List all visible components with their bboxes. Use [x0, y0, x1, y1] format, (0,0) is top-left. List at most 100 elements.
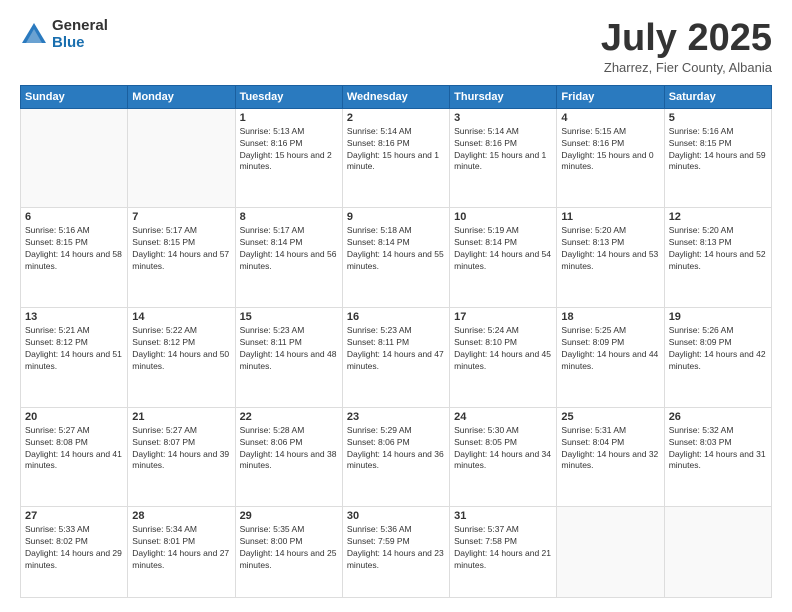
day-info: Sunrise: 5:26 AM Sunset: 8:09 PM Dayligh… — [669, 325, 767, 373]
day-info: Sunrise: 5:37 AM Sunset: 7:58 PM Dayligh… — [454, 524, 552, 572]
day-info: Sunrise: 5:32 AM Sunset: 8:03 PM Dayligh… — [669, 425, 767, 473]
day-info: Sunrise: 5:34 AM Sunset: 8:01 PM Dayligh… — [132, 524, 230, 572]
day-cell: 8Sunrise: 5:17 AM Sunset: 8:14 PM Daylig… — [235, 208, 342, 308]
calendar-table: SundayMondayTuesdayWednesdayThursdayFrid… — [20, 85, 772, 598]
day-info: Sunrise: 5:19 AM Sunset: 8:14 PM Dayligh… — [454, 225, 552, 273]
day-header-friday: Friday — [557, 85, 664, 108]
day-info: Sunrise: 5:18 AM Sunset: 8:14 PM Dayligh… — [347, 225, 445, 273]
day-cell — [21, 108, 128, 208]
day-info: Sunrise: 5:20 AM Sunset: 8:13 PM Dayligh… — [561, 225, 659, 273]
day-cell: 6 Sunrise: 5:16 AM Sunset: 8:15 PM Daylig… — [21, 208, 128, 308]
day-info: Sunrise: 5:28 AM Sunset: 8:06 PM Dayligh… — [240, 425, 338, 473]
day-cell: 25Sunrise: 5:31 AM Sunset: 8:04 PM Dayli… — [557, 407, 664, 507]
day-number: 12 — [669, 211, 767, 223]
day-info: Sunrise: 5:15 AM Sunset: 8:16 PM Dayligh… — [561, 126, 659, 174]
week-row-4: 27 Sunrise: 5:33 AM Sunset: 8:02 PM Dayli… — [21, 507, 772, 598]
day-info: Sunrise: 5:16 AM Sunset: 8:15 PM Dayligh… — [669, 126, 767, 174]
day-info: Sunrise: 5:17 AM Sunset: 8:15 PM Dayligh… — [132, 225, 230, 273]
day-info: Sunrise: 5:36 AM Sunset: 7:59 PM Dayligh… — [347, 524, 445, 572]
day-header-monday: Monday — [128, 85, 235, 108]
day-number: 26 — [669, 411, 767, 423]
day-number: 17 — [454, 311, 552, 323]
day-number: 11 — [561, 211, 659, 223]
day-cell: 4 Sunrise: 5:15 AM Sunset: 8:16 PM Daylig… — [557, 108, 664, 208]
day-cell: 30Sunrise: 5:36 AM Sunset: 7:59 PM Dayli… — [342, 507, 449, 598]
day-number: 24 — [454, 411, 552, 423]
day-number: 1 — [240, 112, 338, 124]
day-cell: 31 Sunrise: 5:37 AM Sunset: 7:58 PM Dayli… — [450, 507, 557, 598]
logo-blue: Blue — [52, 35, 108, 52]
day-info: Sunrise: 5:13 AM Sunset: 8:16 PM Dayligh… — [240, 126, 338, 174]
title-block: July 2025 Zharrez, Fier County, Albania — [601, 18, 772, 75]
day-info: Sunrise: 5:23 AM Sunset: 8:11 PM Dayligh… — [347, 325, 445, 373]
day-cell: 10 Sunrise: 5:19 AM Sunset: 8:14 PM Dayli… — [450, 208, 557, 308]
day-cell: 19 Sunrise: 5:26 AM Sunset: 8:09 PM Dayli… — [664, 308, 771, 408]
day-number: 9 — [347, 211, 445, 223]
day-number: 31 — [454, 510, 552, 522]
day-cell: 29 Sunrise: 5:35 AM Sunset: 8:00 PM Dayli… — [235, 507, 342, 598]
day-info: Sunrise: 5:24 AM Sunset: 8:10 PM Dayligh… — [454, 325, 552, 373]
day-number: 19 — [669, 311, 767, 323]
day-number: 22 — [240, 411, 338, 423]
day-number: 8 — [240, 211, 338, 223]
day-number: 29 — [240, 510, 338, 522]
day-info: Sunrise: 5:14 AM Sunset: 8:16 PM Dayligh… — [347, 126, 445, 174]
week-row-3: 20 Sunrise: 5:27 AM Sunset: 8:08 PM Dayli… — [21, 407, 772, 507]
day-info: Sunrise: 5:35 AM Sunset: 8:00 PM Dayligh… — [240, 524, 338, 572]
day-info: Sunrise: 5:16 AM Sunset: 8:15 PM Dayligh… — [25, 225, 123, 273]
subtitle: Zharrez, Fier County, Albania — [601, 60, 772, 75]
day-cell: 17 Sunrise: 5:24 AM Sunset: 8:10 PM Dayli… — [450, 308, 557, 408]
day-cell: 27 Sunrise: 5:33 AM Sunset: 8:02 PM Dayli… — [21, 507, 128, 598]
day-cell: 2 Sunrise: 5:14 AM Sunset: 8:16 PM Daylig… — [342, 108, 449, 208]
day-info: Sunrise: 5:27 AM Sunset: 8:07 PM Dayligh… — [132, 425, 230, 473]
day-info: Sunrise: 5:14 AM Sunset: 8:16 PM Dayligh… — [454, 126, 552, 174]
logo: General Blue — [20, 18, 108, 51]
day-number: 3 — [454, 112, 552, 124]
day-number: 27 — [25, 510, 123, 522]
day-number: 20 — [25, 411, 123, 423]
day-info: Sunrise: 5:33 AM Sunset: 8:02 PM Dayligh… — [25, 524, 123, 572]
day-number: 4 — [561, 112, 659, 124]
day-cell — [664, 507, 771, 598]
day-cell: 12 Sunrise: 5:20 AM Sunset: 8:13 PM Dayli… — [664, 208, 771, 308]
day-info: Sunrise: 5:21 AM Sunset: 8:12 PM Dayligh… — [25, 325, 123, 373]
day-cell: 5 Sunrise: 5:16 AM Sunset: 8:15 PM Daylig… — [664, 108, 771, 208]
day-cell: 28 Sunrise: 5:34 AM Sunset: 8:01 PM Dayli… — [128, 507, 235, 598]
day-number: 5 — [669, 112, 767, 124]
day-header-sunday: Sunday — [21, 85, 128, 108]
day-number: 10 — [454, 211, 552, 223]
day-number: 7 — [132, 211, 230, 223]
day-cell: 11 Sunrise: 5:20 AM Sunset: 8:13 PM Dayli… — [557, 208, 664, 308]
day-info: Sunrise: 5:31 AM Sunset: 8:04 PM Dayligh… — [561, 425, 659, 473]
day-cell: 18 Sunrise: 5:25 AM Sunset: 8:09 PM Dayli… — [557, 308, 664, 408]
week-row-2: 13 Sunrise: 5:21 AM Sunset: 8:12 PM Dayli… — [21, 308, 772, 408]
day-header-saturday: Saturday — [664, 85, 771, 108]
day-number: 14 — [132, 311, 230, 323]
day-cell: 23 Sunrise: 5:29 AM Sunset: 8:06 PM Dayli… — [342, 407, 449, 507]
header: General Blue July 2025 Zharrez, Fier Cou… — [20, 18, 772, 75]
day-cell: 22 Sunrise: 5:28 AM Sunset: 8:06 PM Dayli… — [235, 407, 342, 507]
day-cell: 15 Sunrise: 5:23 AM Sunset: 8:11 PM Dayli… — [235, 308, 342, 408]
day-info: Sunrise: 5:20 AM Sunset: 8:13 PM Dayligh… — [669, 225, 767, 273]
day-number: 21 — [132, 411, 230, 423]
day-number: 2 — [347, 112, 445, 124]
day-number: 15 — [240, 311, 338, 323]
day-number: 13 — [25, 311, 123, 323]
day-info: Sunrise: 5:23 AM Sunset: 8:11 PM Dayligh… — [240, 325, 338, 373]
day-cell — [557, 507, 664, 598]
day-number: 28 — [132, 510, 230, 522]
day-info: Sunrise: 5:27 AM Sunset: 8:08 PM Dayligh… — [25, 425, 123, 473]
day-number: 18 — [561, 311, 659, 323]
day-info: Sunrise: 5:30 AM Sunset: 8:05 PM Dayligh… — [454, 425, 552, 473]
day-header-wednesday: Wednesday — [342, 85, 449, 108]
day-number: 16 — [347, 311, 445, 323]
day-cell: 1 Sunrise: 5:13 AM Sunset: 8:16 PM Daylig… — [235, 108, 342, 208]
day-info: Sunrise: 5:25 AM Sunset: 8:09 PM Dayligh… — [561, 325, 659, 373]
day-header-thursday: Thursday — [450, 85, 557, 108]
day-cell: 21 Sunrise: 5:27 AM Sunset: 8:07 PM Dayli… — [128, 407, 235, 507]
day-cell: 3 Sunrise: 5:14 AM Sunset: 8:16 PM Daylig… — [450, 108, 557, 208]
day-number: 6 — [25, 211, 123, 223]
day-cell: 14Sunrise: 5:22 AM Sunset: 8:12 PM Dayli… — [128, 308, 235, 408]
day-info: Sunrise: 5:29 AM Sunset: 8:06 PM Dayligh… — [347, 425, 445, 473]
day-number: 23 — [347, 411, 445, 423]
